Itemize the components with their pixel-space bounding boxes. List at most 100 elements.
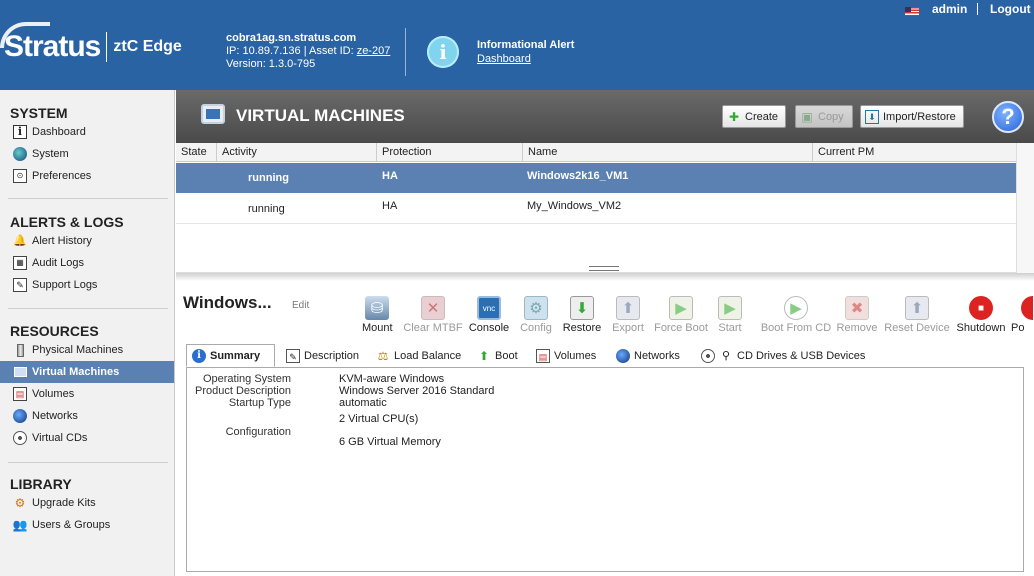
volume-icon: ▤ — [536, 348, 550, 363]
vm-detail-name: Windows... — [183, 293, 272, 312]
section-title-system: SYSTEM — [10, 105, 68, 121]
column-header-current-pm[interactable]: Current PM — [812, 143, 1016, 162]
reset-device-action[interactable]: ⬆ Reset Device — [883, 296, 951, 334]
cell-name: My_Windows_VM2 — [527, 200, 622, 212]
create-button[interactable]: ✚ Create — [722, 105, 786, 128]
stratus-logo: Stratus ztC Edge — [0, 22, 182, 68]
remove-action[interactable]: ✖ Remove — [836, 296, 878, 334]
ip-asset-line: IP: 10.89.7.136 | Asset ID: ze-207 — [226, 45, 390, 58]
memory-value: 6 GB Virtual Memory — [339, 436, 441, 448]
table-row[interactable]: running HA My_Windows_VM2 — [176, 194, 1016, 224]
tab-description[interactable]: ✎ Description — [281, 344, 366, 367]
description-icon: ✎ — [286, 348, 300, 363]
flag-icon[interactable] — [905, 7, 919, 16]
copy-button[interactable]: ▣ Copy — [795, 105, 853, 128]
sidebar-item-label: Virtual Machines — [32, 366, 120, 378]
sidebar-item-preferences[interactable]: ⊙ Preferences — [0, 165, 174, 187]
tab-summary[interactable]: i Summary — [186, 344, 275, 367]
startup-type-value: automatic — [339, 397, 387, 409]
action-label: Clear MTBF — [403, 322, 463, 334]
restore-action[interactable]: ⬇ Restore — [562, 296, 602, 334]
power-off-action[interactable]: Po — [1011, 296, 1033, 334]
logout-link[interactable]: Logout — [990, 2, 1031, 16]
remove-icon: ✖ — [845, 296, 869, 320]
sidebar-item-virtual-cds[interactable]: Virtual CDs — [0, 427, 174, 449]
action-label: Export — [612, 322, 644, 334]
boot-cd-icon: ▶ — [784, 296, 808, 320]
shutdown-action[interactable]: ■ Shutdown — [955, 296, 1007, 334]
tab-label: Networks — [634, 349, 680, 362]
help-icon[interactable]: ? — [992, 101, 1024, 133]
version: Version: 1.3.0-795 — [226, 58, 316, 70]
edit-link[interactable]: Edit — [292, 300, 309, 311]
clear-mtbf-action[interactable]: ✕ Clear MTBF — [403, 296, 463, 334]
action-label: Start — [718, 322, 742, 334]
column-header-protection[interactable]: Protection — [376, 143, 522, 162]
page-titlebar: VIRTUAL MACHINES ✚ Create ▣ Copy ⬇ Impor… — [176, 90, 1034, 143]
tab-networks[interactable]: Networks — [611, 344, 689, 367]
user-name[interactable]: admin — [932, 2, 967, 16]
tab-label: Volumes — [554, 349, 597, 362]
sidebar-item-networks[interactable]: Networks — [0, 405, 174, 427]
sidebar-item-alert-history[interactable]: 🔔 Alert History — [0, 230, 174, 252]
sidebar-item-label: Support Logs — [32, 279, 98, 291]
action-label: Restore — [562, 322, 602, 334]
config-icon: ⚙ — [524, 296, 548, 320]
host-info: cobra1ag.sn.stratus.com IP: 10.89.7.136 … — [226, 32, 390, 71]
sidebar-item-label: Audit Logs — [32, 257, 84, 269]
server-icon — [13, 343, 27, 357]
boot-from-cd-action[interactable]: ▶ Boot From CD — [759, 296, 833, 334]
sidebar-item-audit-logs[interactable]: ▦ Audit Logs — [0, 252, 174, 274]
usb-icon: ⚲ — [721, 349, 731, 362]
sidebar-item-label: Alert History — [32, 235, 92, 247]
sidebar-item-volumes[interactable]: ▤ Volumes — [0, 383, 174, 405]
info-icon: i — [192, 348, 206, 363]
resize-handle[interactable] — [589, 266, 619, 271]
sidebar-item-physical-machines[interactable]: Physical Machines — [0, 339, 174, 361]
os-label: Operating System — [202, 373, 291, 385]
summary-panel: Operating System Product Description Sta… — [186, 367, 1024, 572]
export-action[interactable]: ⬆ Export — [610, 296, 646, 334]
mount-action[interactable]: ⛁ Mount — [362, 296, 393, 334]
section-title-library: LIBRARY — [10, 476, 72, 492]
preferences-icon: ⊙ — [13, 169, 27, 183]
sidebar-item-label: Dashboard — [32, 126, 86, 138]
user-divider — [977, 3, 978, 15]
column-header-name[interactable]: Name — [522, 143, 812, 162]
sidebar-item-support-logs[interactable]: ✎ Support Logs — [0, 274, 174, 296]
summary-labels: Operating System Product Description Sta… — [187, 368, 291, 571]
sidebar-item-dashboard[interactable]: i Dashboard — [0, 121, 174, 143]
import-restore-button[interactable]: ⬇ Import/Restore — [860, 105, 964, 128]
sidebar-item-label: Preferences — [32, 170, 92, 182]
clear-mtbf-icon: ✕ — [421, 296, 445, 320]
force-boot-action[interactable]: ▶ Force Boot — [652, 296, 710, 334]
dashboard-link[interactable]: Dashboard — [477, 53, 531, 65]
sidebar-item-virtual-machines[interactable]: Virtual Machines — [0, 361, 174, 383]
table-scrollbar[interactable] — [1016, 143, 1034, 273]
table-row[interactable]: running HA Windows2k16_VM1 — [176, 163, 1016, 193]
start-icon: ▶ — [718, 296, 742, 320]
vm-table: State Activity Protection Name Current P… — [176, 143, 1034, 273]
section-title-alerts-logs: ALERTS & LOGS — [10, 214, 124, 230]
start-action[interactable]: ▶ Start — [716, 296, 744, 334]
column-header-activity[interactable]: Activity — [216, 143, 376, 162]
sidebar-item-system[interactable]: System — [0, 143, 174, 165]
tab-load-balance[interactable]: ⚖ Load Balance — [371, 344, 467, 367]
console-action[interactable]: vnc Console — [468, 296, 510, 334]
sidebar-item-label: Volumes — [32, 388, 75, 400]
cell-protection: HA — [382, 200, 398, 212]
boot-icon: ⬆ — [478, 348, 490, 363]
sidebar-item-upgrade-kits[interactable]: ⚙ Upgrade Kits — [0, 492, 174, 514]
sidebar-item-users-groups[interactable]: 👥 Users & Groups — [0, 514, 174, 536]
action-label: Boot From CD — [760, 322, 832, 334]
configuration-label: Configuration — [225, 426, 291, 438]
asset-id-link[interactable]: ze-207 — [357, 45, 391, 57]
users-icon: 👥 — [12, 518, 28, 532]
tab-boot[interactable]: ⬆ Boot — [472, 344, 526, 367]
config-action[interactable]: ⚙ Config — [519, 296, 553, 334]
product-name: ztC Edge — [113, 38, 182, 55]
tab-cd-usb-devices[interactable]: ⚲ CD Drives & USB Devices — [696, 344, 876, 367]
column-header-state[interactable]: State — [176, 143, 216, 162]
tab-volumes[interactable]: ▤ Volumes — [531, 344, 605, 367]
calendar-icon: ▦ — [13, 256, 27, 270]
